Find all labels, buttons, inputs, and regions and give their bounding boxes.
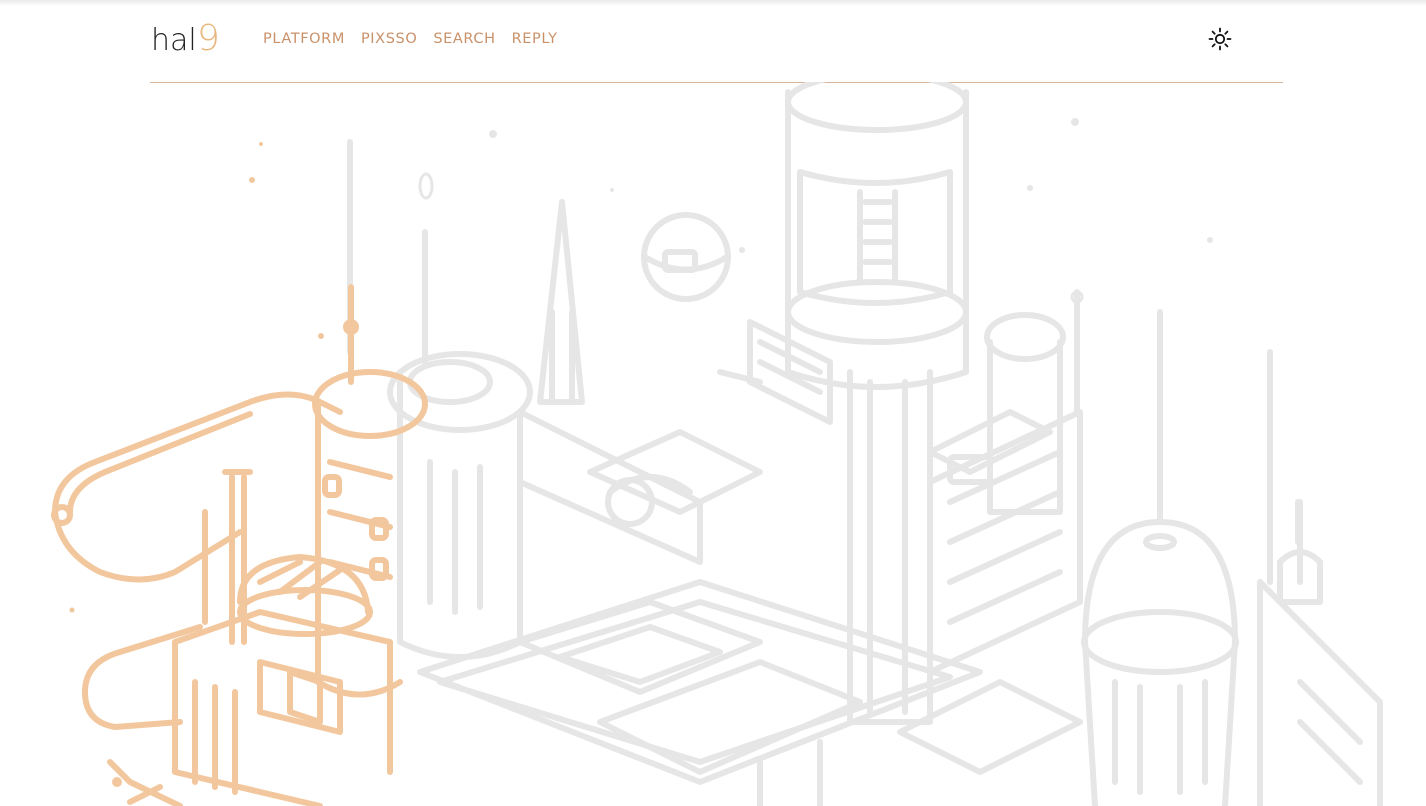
site-header: hal 9 PLATFORM PIXSSO SEARCH REPLY	[150, 14, 1283, 83]
nav-item-pixsso[interactable]: PIXSSO	[361, 30, 417, 48]
sun-icon	[1208, 27, 1232, 51]
logo-text: hal	[151, 23, 197, 58]
page: hal 9 PLATFORM PIXSSO SEARCH REPLY	[0, 0, 1426, 806]
nav-item-search[interactable]: SEARCH	[433, 30, 495, 48]
main-nav: PLATFORM PIXSSO SEARCH REPLY	[263, 30, 558, 48]
nav-item-reply[interactable]: REPLY	[512, 30, 558, 48]
nav-item-platform[interactable]: PLATFORM	[263, 30, 345, 48]
hero-illustration	[0, 82, 1426, 806]
gray-buildings	[347, 82, 1383, 806]
sky-dots	[418, 118, 1213, 304]
hal9-logo[interactable]: hal 9	[150, 20, 226, 60]
top-shadow	[0, 0, 1426, 6]
logo-accent: 9	[197, 20, 220, 59]
orange-buildings	[51, 284, 428, 806]
isometric-city-illustration	[51, 82, 1383, 806]
theme-toggle-button[interactable]	[1207, 26, 1233, 52]
